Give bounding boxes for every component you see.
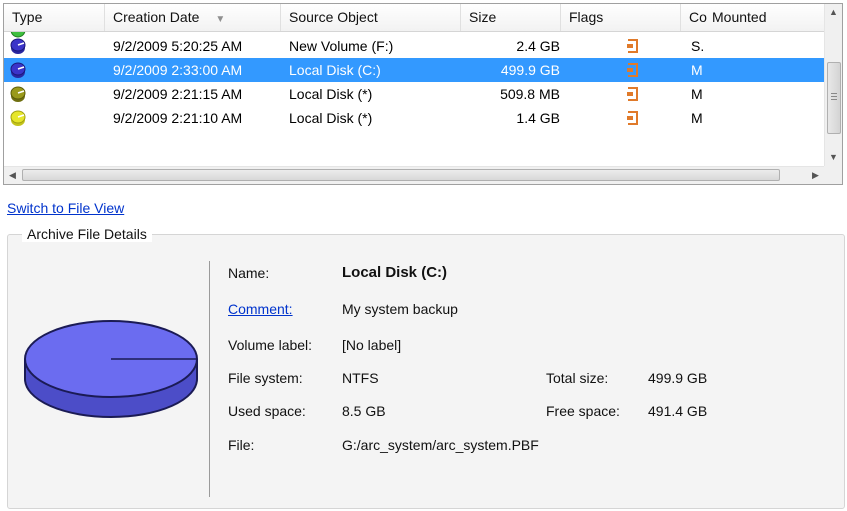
free-space-value: 491.4 GB <box>648 403 708 419</box>
source-object-cell: Local Disk (*) <box>289 110 373 126</box>
creation-date-cell: 9/2/2009 2:21:15 AM <box>113 86 243 102</box>
size-cell: 1.4 GB <box>516 110 560 126</box>
column-header-creation-date-label: Creation Date <box>113 9 200 25</box>
creation-date-cell: 9/2/2009 2:33:00 AM <box>113 62 243 78</box>
archive-flag-icon <box>627 63 638 77</box>
column-header-flags-label: Flags <box>569 9 604 25</box>
size-cell: 2.4 GB <box>516 38 560 54</box>
used-space-label: Used space: <box>228 403 306 419</box>
file-system-label: File system: <box>228 370 303 386</box>
column-header-source-object-label: Source Object <box>289 9 378 25</box>
co-cell: M <box>691 110 703 126</box>
vertical-scroll-thumb[interactable] <box>827 62 841 134</box>
name-label: Name: <box>228 265 270 281</box>
column-header-mounted-label: Mounted <box>712 9 767 25</box>
column-header-size-label: Size <box>469 9 497 25</box>
scroll-grip-icon <box>831 93 837 101</box>
list-rows: 9/2/2009 5:20:25 AM New Volume (F:) 2.4 … <box>4 32 824 158</box>
source-object-cell: New Volume (F:) <box>289 38 394 54</box>
column-header-size[interactable]: Size <box>461 4 561 31</box>
list-header: Type Creation Date ▼ Source Object Size F… <box>4 4 824 32</box>
name-value: Local Disk (C:) <box>342 264 448 281</box>
disk-usage-pie-icon <box>24 320 198 418</box>
free-space-label: Free space: <box>546 403 620 419</box>
archive-flag-icon <box>627 111 638 125</box>
table-row[interactable]: 9/2/2009 2:21:15 AM Local Disk (*) 509.8… <box>4 82 824 106</box>
source-object-cell: Local Disk (C:) <box>289 62 381 78</box>
co-cell: M <box>691 62 703 78</box>
size-cell: 509.8 MB <box>500 86 560 102</box>
creation-date-cell: 9/2/2009 5:20:25 AM <box>113 38 243 54</box>
creation-date-cell: 9/2/2009 2:21:10 AM <box>113 110 243 126</box>
co-cell: S. <box>691 38 705 54</box>
size-cell: 499.9 GB <box>500 62 560 78</box>
column-header-source-object[interactable]: Source Object <box>281 4 461 31</box>
total-size-label: Total size: <box>546 370 609 386</box>
table-row[interactable]: 9/2/2009 5:20:25 AM New Volume (F:) 2.4 … <box>4 34 824 58</box>
comment-value: My system backup <box>342 301 458 317</box>
volume-label-label: Volume label: <box>228 337 313 353</box>
column-header-type-label: Type <box>12 9 43 25</box>
disk-icon <box>10 62 26 78</box>
scroll-corner <box>824 166 842 184</box>
archive-flag-icon <box>627 39 638 53</box>
scroll-left-arrow-icon[interactable]: ◀ <box>4 167 21 184</box>
table-row-selected[interactable]: 9/2/2009 2:33:00 AM Local Disk (C:) 499.… <box>4 58 824 82</box>
column-header-flags[interactable]: Flags <box>561 4 681 31</box>
file-label: File: <box>228 437 255 453</box>
comment-link[interactable]: Comment: <box>228 301 293 317</box>
scroll-up-arrow-icon[interactable]: ▲ <box>825 4 842 21</box>
total-size-value: 499.9 GB <box>648 370 708 386</box>
sort-descending-icon: ▼ <box>215 14 226 25</box>
group-title: Archive File Details <box>22 226 152 242</box>
used-space-value: 8.5 GB <box>342 403 386 419</box>
table-row[interactable]: 9/2/2009 2:21:10 AM Local Disk (*) 1.4 G… <box>4 106 824 130</box>
scroll-down-arrow-icon[interactable]: ▼ <box>825 149 842 166</box>
column-header-creation-date[interactable]: Creation Date ▼ <box>105 4 281 31</box>
horizontal-scrollbar[interactable]: ◀ ▶ <box>4 166 824 184</box>
details-divider <box>209 261 210 497</box>
vertical-scrollbar[interactable]: ▲ ▼ <box>824 4 842 166</box>
disk-icon <box>10 110 26 126</box>
switch-to-file-view-link[interactable]: Switch to File View <box>7 200 124 216</box>
file-system-value: NTFS <box>342 370 379 386</box>
source-object-cell: Local Disk (*) <box>289 86 373 102</box>
archive-list-view[interactable]: Type Creation Date ▼ Source Object Size F… <box>3 3 843 185</box>
disk-icon <box>10 86 26 102</box>
column-header-type[interactable]: Type <box>4 4 105 31</box>
disk-icon <box>10 38 26 54</box>
volume-label-value: [No label] <box>342 337 402 353</box>
file-path-value: G:/arc_system/arc_system.PBF <box>342 437 539 453</box>
column-header-mounted[interactable]: Mounted <box>704 4 824 31</box>
scroll-right-arrow-icon[interactable]: ▶ <box>807 167 824 184</box>
co-cell: M <box>691 86 703 102</box>
horizontal-scroll-thumb[interactable] <box>22 169 780 181</box>
archive-flag-icon <box>627 87 638 101</box>
